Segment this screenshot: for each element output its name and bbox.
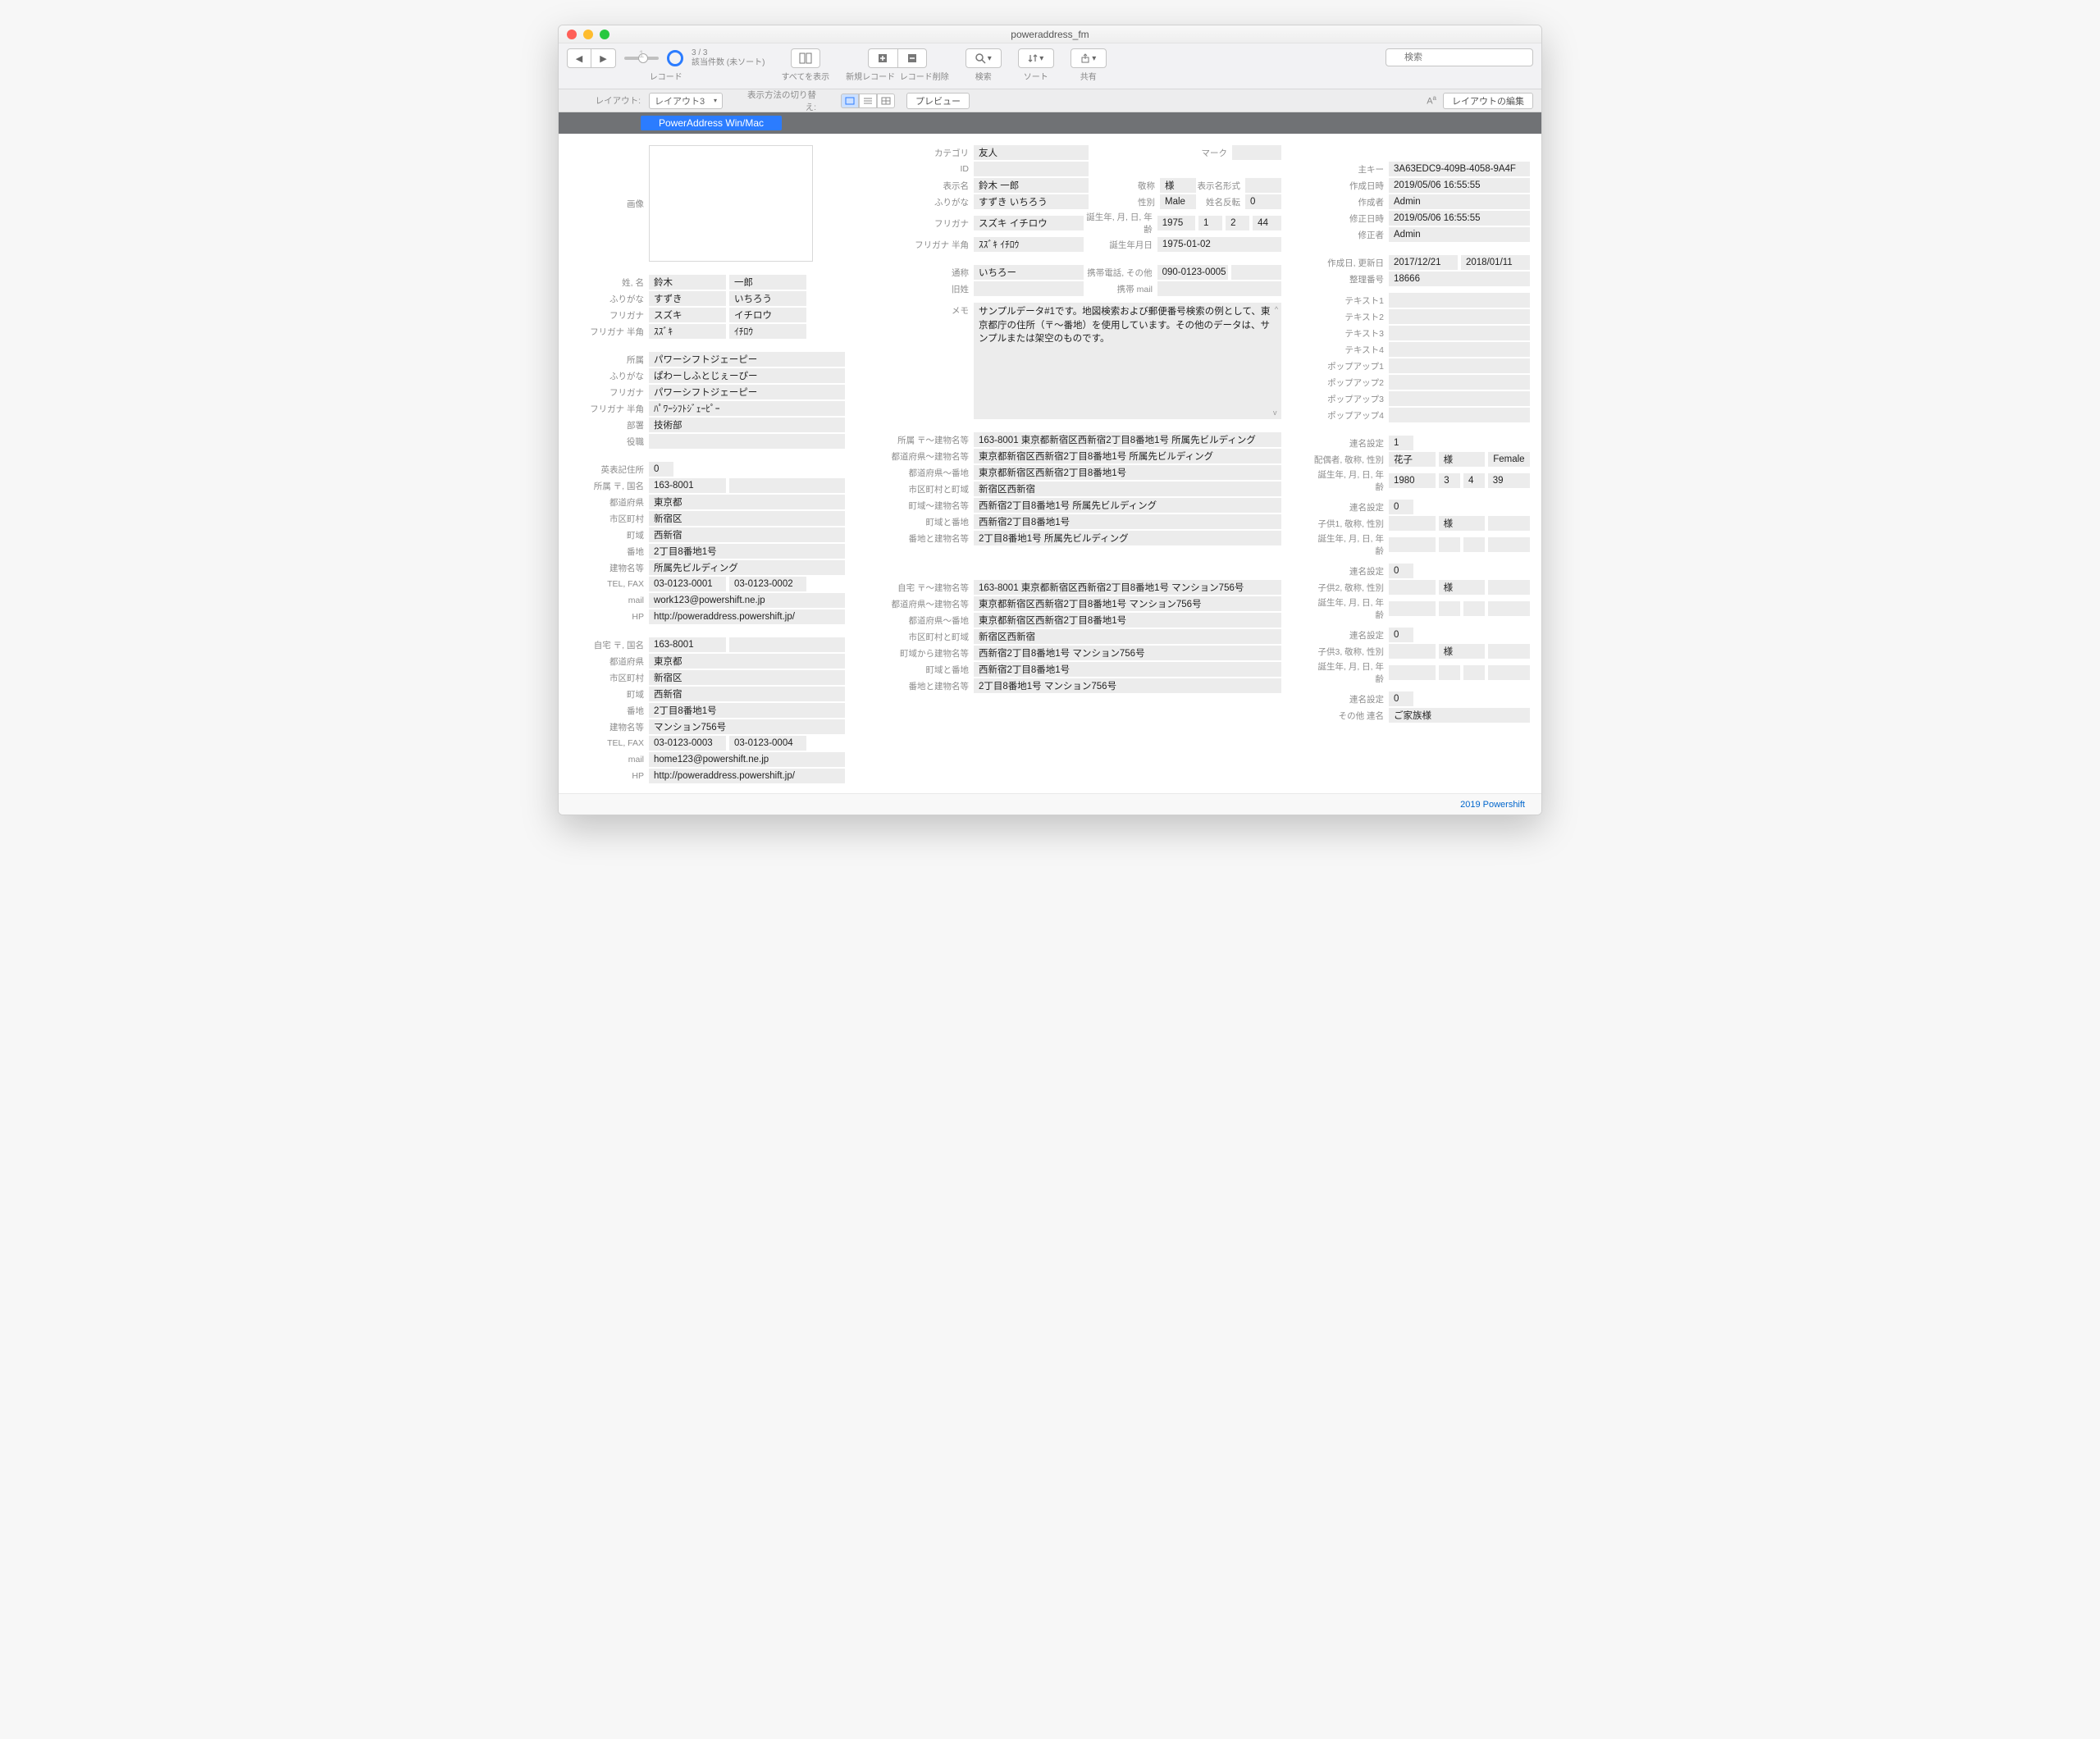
new-record-button[interactable] (868, 48, 897, 68)
toolbar: ◀ ▶ 1 3 / 3 該当件数 (未ソート) レコード (559, 43, 1541, 89)
next-record-button[interactable]: ▶ (591, 48, 616, 68)
middle-column: カテゴリ友人 マーク ID 表示名鈴木 一郎 敬称様 表示名形式 ふりがなすずき… (875, 145, 1281, 785)
search-input[interactable] (1386, 48, 1533, 66)
record-current[interactable]: 1 (624, 48, 659, 60)
mei-field[interactable]: 一郎 (729, 275, 806, 290)
memo-scroll[interactable]: ^v (1273, 306, 1280, 416)
layout-edit-button[interactable]: レイアウトの編集 (1443, 93, 1533, 109)
minimize-window-button[interactable] (583, 30, 593, 39)
record-count: 3 / 3 該当件数 (未ソート) (692, 48, 765, 68)
record-grouplabel: レコード (650, 70, 682, 82)
footer-link[interactable]: 2019 Powershift (1460, 800, 1525, 810)
subtoolbar: レイアウト: レイアウト3▾ 表示方法の切り替え: プレビュー Aa レイアウト… (559, 89, 1541, 112)
delete-record-button[interactable] (897, 48, 927, 68)
preview-button[interactable]: プレビュー (906, 93, 970, 109)
view-list-button[interactable] (859, 94, 877, 108)
layout-select[interactable]: レイアウト3▾ (649, 93, 723, 109)
text-options-button[interactable]: Aa (1427, 94, 1436, 107)
left-column: 画像 姓, 名鈴木一郎 ふりがなすずきいちろう フリガナスズキイチロウ フリガナ… (570, 145, 845, 785)
record-body: 画像 姓, 名鈴木一郎 ふりがなすずきいちろう フリガナスズキイチロウ フリガナ… (559, 134, 1541, 793)
sei-field[interactable]: 鈴木 (649, 275, 726, 290)
record-pie-icon (667, 50, 683, 66)
app-window: poweraddress_fm ◀ ▶ 1 3 / 3 該 (558, 25, 1542, 815)
memo-field[interactable]: サンプルデータ#1です。地図検索および郵便番号検索の例として、東京都庁の住所（〒… (974, 303, 1281, 419)
view-switch (841, 94, 895, 108)
view-form-button[interactable] (841, 94, 859, 108)
prev-record-button[interactable]: ◀ (567, 48, 591, 68)
view-table-button[interactable] (877, 94, 895, 108)
image-well[interactable] (649, 145, 813, 262)
show-all-button[interactable] (791, 48, 820, 68)
titlebar: poweraddress_fm (559, 25, 1541, 43)
footer: 2019 Powershift (559, 793, 1541, 815)
zoom-window-button[interactable] (600, 30, 609, 39)
window-title: poweraddress_fm (559, 29, 1541, 40)
search-button[interactable]: ▾ (966, 48, 1002, 68)
brand-button[interactable]: PowerAddress Win/Mac (641, 116, 782, 130)
close-window-button[interactable] (567, 30, 577, 39)
right-column: 主キー3A63EDC9-409B-4058-9A4F 作成日時2019/05/0… (1310, 145, 1530, 785)
hero-bar: PowerAddress Win/Mac (559, 112, 1541, 134)
sort-button[interactable]: ▾ (1018, 48, 1054, 68)
share-button[interactable]: ▾ (1071, 48, 1107, 68)
